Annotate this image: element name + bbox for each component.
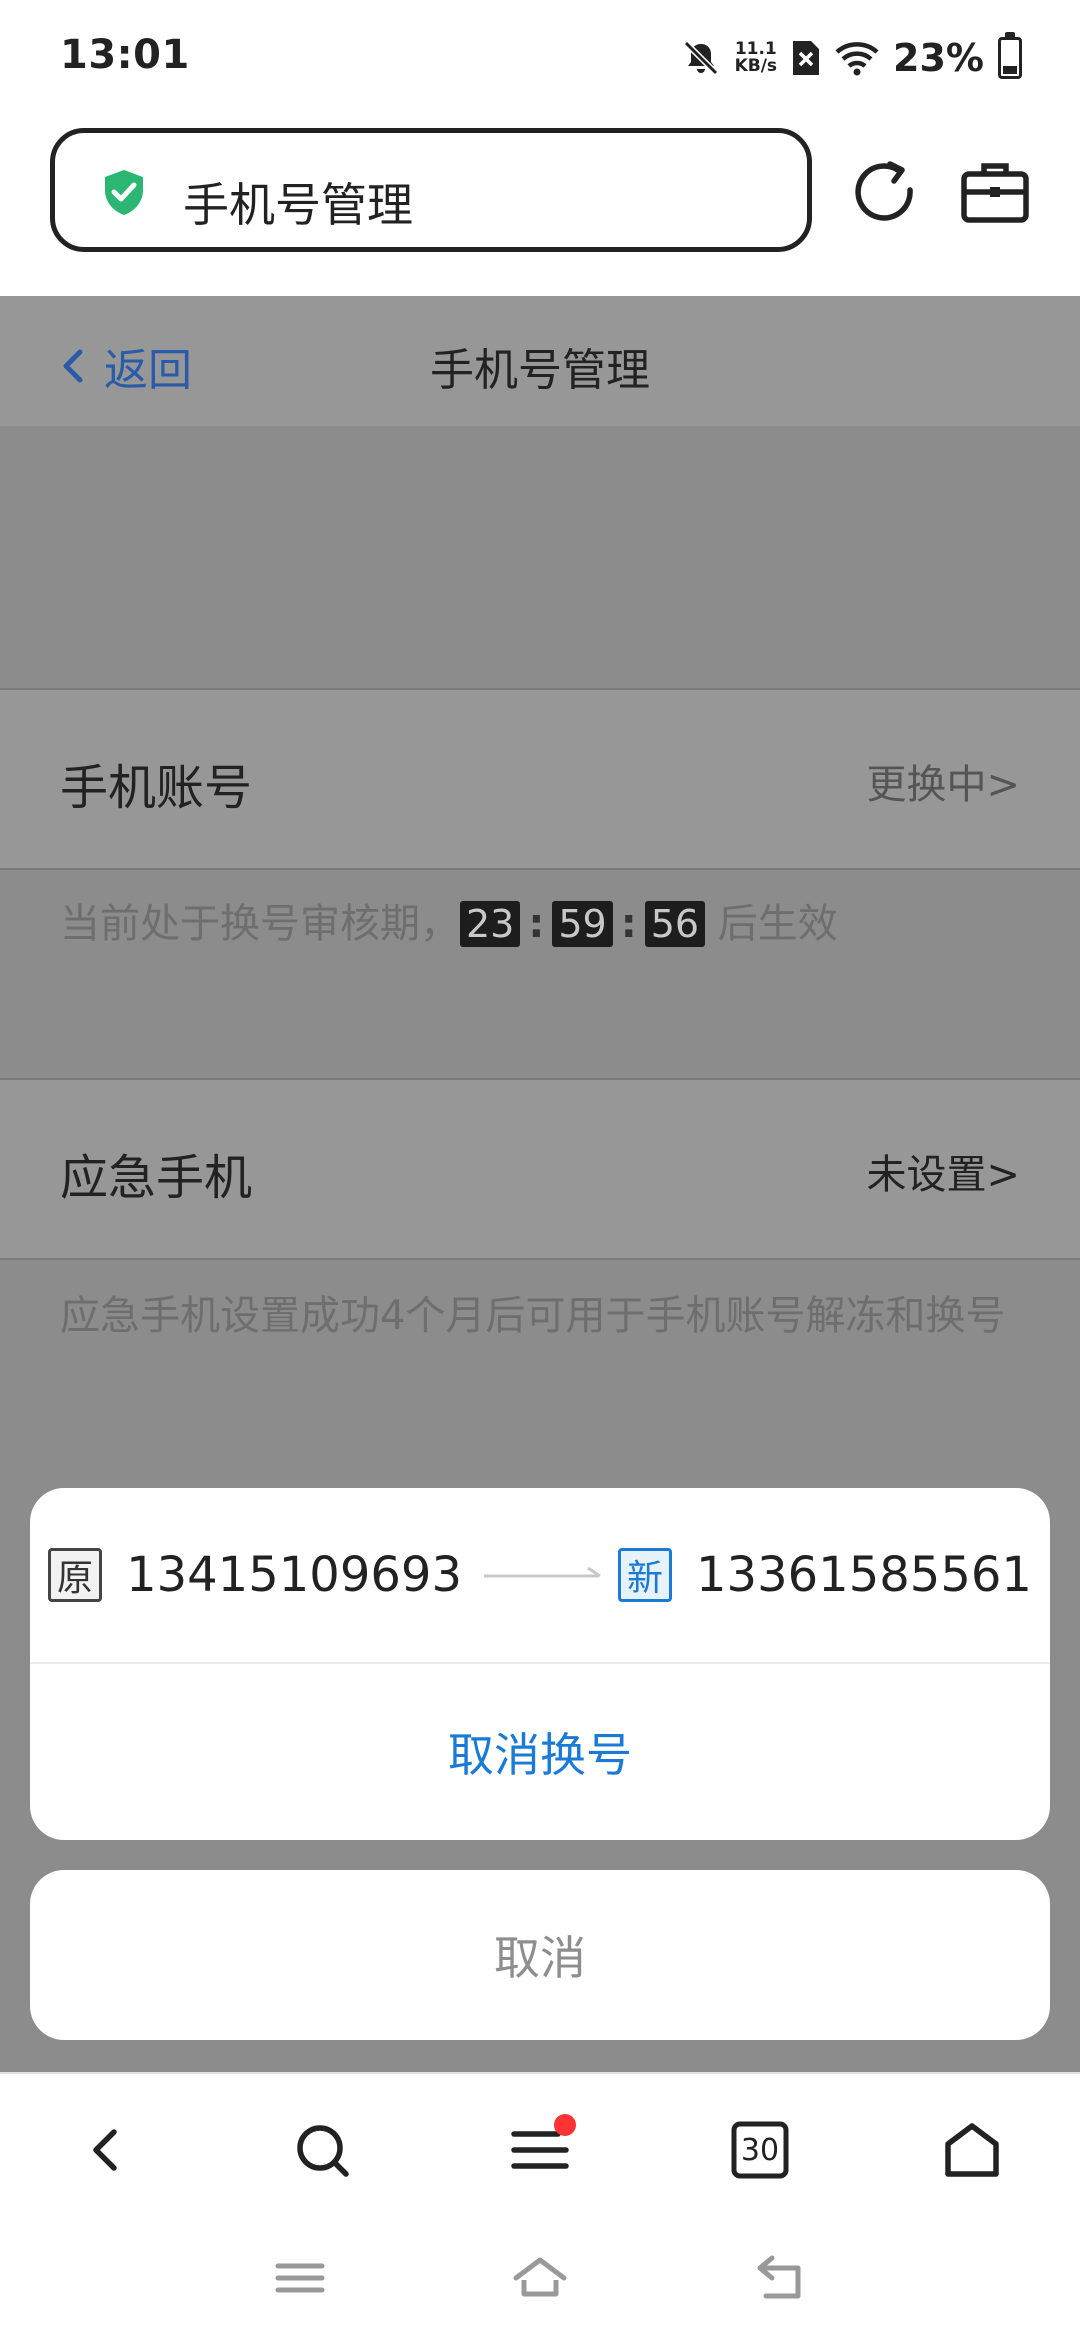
- arrow-right-icon: [484, 1566, 601, 1578]
- old-number: 13415109693: [126, 1547, 462, 1603]
- back-icon[interactable]: [74, 2118, 138, 2182]
- emergency-phone-row[interactable]: 应急手机 未设置>: [0, 1080, 1080, 1258]
- countdown-minutes: 59: [552, 901, 613, 947]
- tabs-button[interactable]: 30: [728, 2118, 792, 2182]
- system-navigation-bar: [0, 2224, 1080, 2344]
- recent-apps-icon[interactable]: [270, 2248, 330, 2308]
- status-time: 13:01: [60, 32, 190, 78]
- wifi-icon: [835, 42, 879, 76]
- notification-dot: [554, 2114, 576, 2136]
- browser-toolbar: 30: [0, 2072, 1080, 2226]
- system-home-icon[interactable]: [510, 2248, 570, 2308]
- battery-fill: [1003, 65, 1017, 74]
- change-number-sheet: 原 13415109693 新 13361585561 取消换号: [30, 1488, 1050, 1840]
- status-icons: 11.1 KB/s 23%: [681, 32, 1022, 82]
- cancel-button[interactable]: 取消: [30, 1870, 1050, 2040]
- countdown-seconds: 56: [644, 901, 706, 947]
- number-change-row: 原 13415109693 新 13361585561: [30, 1488, 1050, 1662]
- tabs-count: 30: [740, 2132, 780, 2168]
- menu-button[interactable]: [508, 2114, 576, 2182]
- status-bar: 13:01 11.1 KB/s 23%: [0, 0, 1080, 120]
- phone-account-status: 更换中>: [866, 762, 1020, 808]
- divider: [0, 868, 1080, 870]
- emergency-phone-description: 应急手机设置成功4个月后可用于手机账号解冻和换号: [60, 1293, 1006, 1339]
- mute-bell-icon: [683, 40, 718, 76]
- search-icon[interactable]: [290, 2118, 354, 2182]
- address-title: 手机号管理: [183, 178, 413, 232]
- old-number-tag: 原: [48, 1548, 103, 1602]
- emergency-phone-status: 未设置>: [866, 1152, 1020, 1198]
- divider: [0, 1258, 1080, 1260]
- emergency-phone-label: 应急手机: [60, 1150, 253, 1206]
- review-notice: 当前处于换号审核期， 23:59:56 后生效: [60, 901, 838, 947]
- toolbox-icon[interactable]: [960, 160, 1030, 224]
- cancel-sheet: 取消: [30, 1870, 1050, 2040]
- cancel-number-change-button[interactable]: 取消换号: [30, 1664, 1050, 1840]
- system-back-icon[interactable]: [750, 2248, 810, 2308]
- address-bar[interactable]: 手机号管理: [50, 128, 812, 252]
- new-number: 13361585561: [696, 1547, 1032, 1603]
- battery-icon: [998, 32, 1022, 79]
- new-number-tag: 新: [618, 1548, 672, 1602]
- page-title: 手机号管理: [430, 345, 650, 396]
- net-speed: 11.1 KB/s: [734, 39, 778, 76]
- shield-check-icon: [105, 170, 143, 215]
- no-sim-icon: [793, 41, 820, 75]
- reload-icon[interactable]: [854, 160, 918, 224]
- page-navbar: 返回 手机号管理: [0, 296, 1080, 426]
- countdown-hours: 23: [460, 901, 521, 947]
- home-icon[interactable]: [940, 2118, 1004, 2182]
- phone-account-row[interactable]: 手机账号 更换中>: [0, 690, 1080, 868]
- battery-percent: 23%: [893, 36, 984, 80]
- phone-account-label: 手机账号: [60, 760, 253, 816]
